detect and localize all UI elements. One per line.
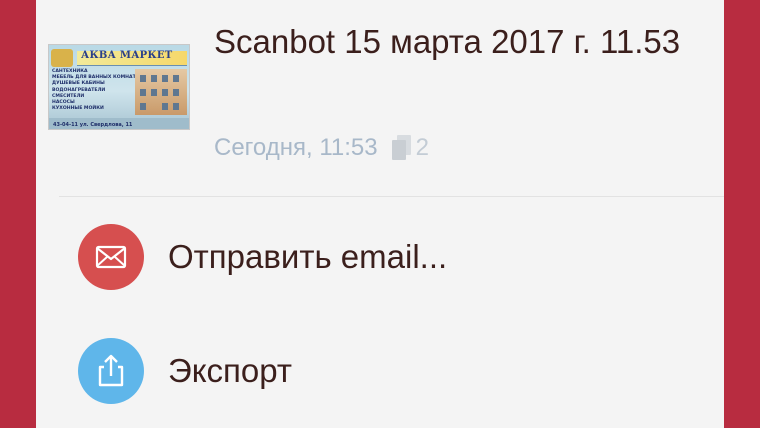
send-email-label: Отправить email... bbox=[168, 238, 448, 275]
divider bbox=[59, 196, 724, 197]
store-logo-icon bbox=[51, 49, 73, 67]
page-count: 2 bbox=[415, 134, 429, 161]
thumbnail-sign-title: АКВА МАРКЕТ bbox=[81, 50, 173, 61]
document-date: Сегодня, 11:53 bbox=[214, 134, 378, 161]
document-thumbnail[interactable]: АКВА МАРКЕТ САНТЕХНИКА МЕБЕЛЬ ДЛЯ ВАННЫХ… bbox=[48, 44, 190, 130]
document-meta: Сегодня, 11:53 2 bbox=[214, 128, 429, 168]
pages-icon bbox=[391, 135, 412, 161]
thumbnail-building-image bbox=[135, 69, 187, 115]
share-export-icon bbox=[78, 338, 144, 404]
thumbnail-footer-text: 43-04-11 ул. Свердлова, 11 bbox=[53, 122, 133, 128]
thumbnail-line: КУХОННЫЕ МОЙКИ bbox=[52, 106, 104, 112]
action-sheet: АКВА МАРКЕТ САНТЕХНИКА МЕБЕЛЬ ДЛЯ ВАННЫХ… bbox=[36, 0, 724, 428]
thumbnail-text: САНТЕХНИКА МЕБЕЛЬ ДЛЯ ВАННЫХ КОМНАТ ДУШЕ… bbox=[52, 69, 136, 112]
envelope-icon bbox=[78, 224, 144, 290]
document-header[interactable]: АКВА МАРКЕТ САНТЕХНИКА МЕБЕЛЬ ДЛЯ ВАННЫХ… bbox=[36, 0, 724, 196]
send-email-action[interactable]: Отправить email... bbox=[36, 202, 724, 312]
export-action[interactable]: Экспорт bbox=[36, 316, 724, 426]
document-title: Scanbot 15 марта 2017 г. 11.53 bbox=[214, 23, 681, 60]
export-label: Экспорт bbox=[168, 352, 292, 389]
